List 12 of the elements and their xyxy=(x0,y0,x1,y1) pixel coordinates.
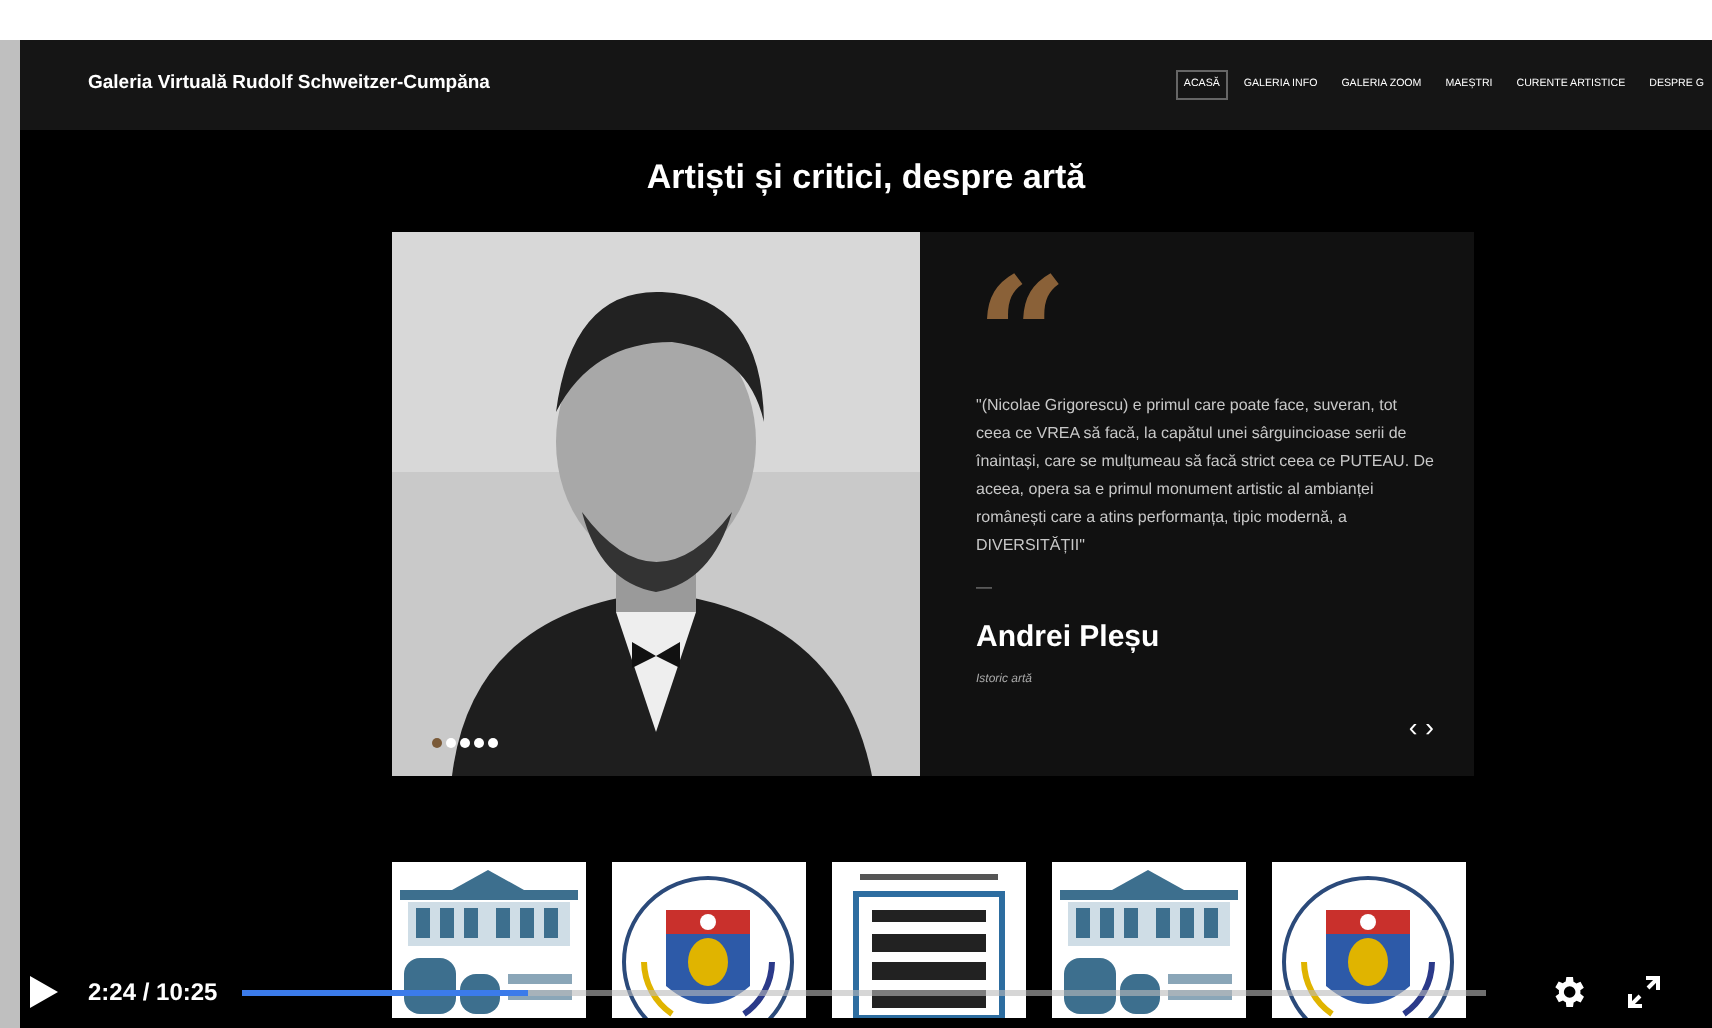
quote-text: "(Nicolae Grigorescu) e primul care poate face, suveran, tot ceea ce VREA să facă, la capătul unei sârguincioase serii de înaintași, care se mulțumeau să facă strict ceea ce PUTEAU. De aceea, opera sa e primul monument artistic al ambianței românești care a atins performanța, tipic modernă, a DIVERSITĂȚII" xyxy=(976,393,1434,558)
author-name: Andrei Pleșu xyxy=(976,617,1160,657)
video-time: 2:24 / 10:25 xyxy=(88,976,218,1010)
site-title: Galeria Virtuală Rudolf Schweitzer-Cumpăna xyxy=(88,70,490,99)
fullscreen-icon[interactable] xyxy=(1627,976,1660,1008)
previous-button[interactable]: ‹ xyxy=(1408,714,1418,740)
dash: — xyxy=(976,575,992,599)
section-heading: Artiști și critici, despre artă xyxy=(646,156,1086,200)
next-button[interactable]: › xyxy=(1425,714,1434,740)
quote-mark: “ xyxy=(976,275,1069,379)
progress-track[interactable] xyxy=(241,989,1486,995)
play-icon[interactable] xyxy=(28,974,60,1010)
